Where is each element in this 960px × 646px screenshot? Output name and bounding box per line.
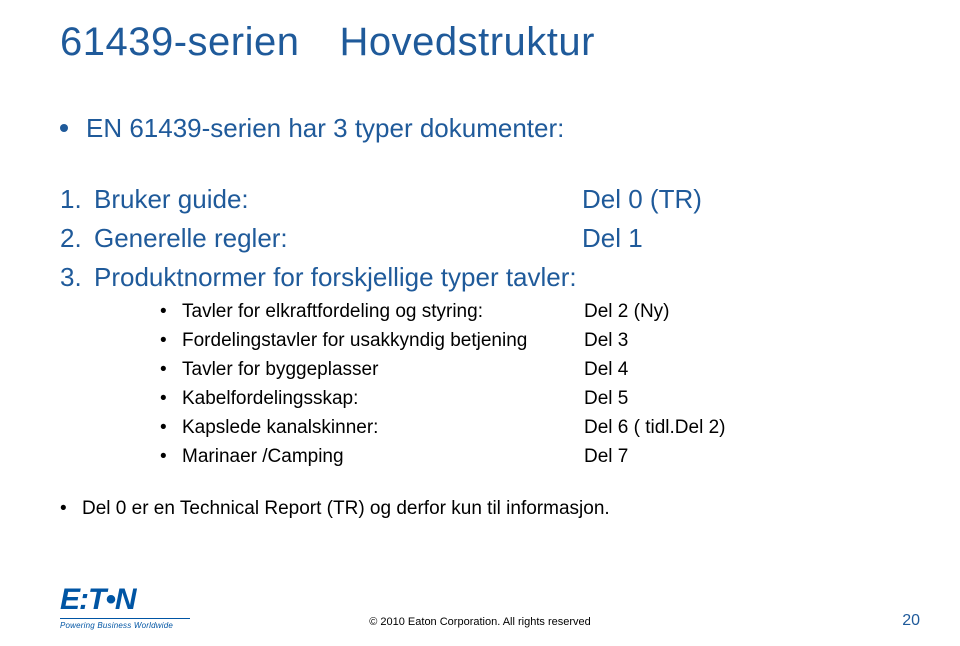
copyright: © 2010 Eaton Corporation. All rights res… [369, 616, 591, 628]
item-label: Bruker guide: [94, 184, 582, 215]
sub-value: Del 5 [584, 388, 628, 410]
sub-bullet: • [160, 446, 182, 468]
logo-tagline: Powering Business Worldwide [60, 621, 173, 630]
item-value: Del 1 [582, 223, 643, 254]
sub-value: Del 2 (Ny) [584, 301, 670, 323]
sub-label: Tavler for elkraftfordeling og styring: [182, 301, 584, 323]
item-number: 3. [60, 262, 94, 293]
logo: E:T•N Powering Business Worldwide [60, 585, 190, 630]
sub-item: • Fordelingstavler for usakkyndig betjen… [160, 330, 900, 352]
intro-line: EN 61439-serien har 3 typer dokumenter: [60, 113, 900, 144]
page-number: 20 [902, 612, 920, 630]
sub-item: • Kapslede kanalskinner: Del 6 ( tidl.De… [160, 417, 900, 439]
item-label: Produktnormer for forskjellige typer tav… [94, 262, 582, 293]
sub-value: Del 6 ( tidl.Del 2) [584, 417, 726, 439]
item-number: 2. [60, 223, 94, 254]
footnote-bullet: • [60, 498, 82, 520]
sub-bullet: • [160, 359, 182, 381]
sub-label: Marinaer /Camping [182, 446, 584, 468]
sub-item: • Tavler for elkraftfordeling og styring… [160, 301, 900, 323]
sub-label: Kabelfordelingsskap: [182, 388, 584, 410]
sub-label: Kapslede kanalskinner: [182, 417, 584, 439]
main-list: 1. Bruker guide: Del 0 (TR) 2. Generelle… [60, 184, 900, 293]
sub-label: Fordelingstavler for usakkyndig betjenin… [182, 330, 584, 352]
item-number: 1. [60, 184, 94, 215]
list-item: 3. Produktnormer for forskjellige typer … [60, 262, 900, 293]
list-item: 1. Bruker guide: Del 0 (TR) [60, 184, 900, 215]
sub-value: Del 7 [584, 446, 628, 468]
footer: E:T•N Powering Business Worldwide © 2010… [0, 585, 960, 630]
slide: 61439-serien Hovedstruktur EN 61439-seri… [0, 0, 960, 646]
title-left: 61439-serien [60, 20, 300, 65]
sub-bullet: • [160, 301, 182, 323]
slide-title: 61439-serien Hovedstruktur [60, 20, 900, 65]
list-item: 2. Generelle regler: Del 1 [60, 223, 900, 254]
sub-label: Tavler for byggeplasser [182, 359, 584, 381]
item-value: Del 0 (TR) [582, 184, 702, 215]
sub-value: Del 4 [584, 359, 628, 381]
item-label: Generelle regler: [94, 223, 582, 254]
sub-item: • Marinaer /Camping Del 7 [160, 446, 900, 468]
sub-bullet: • [160, 417, 182, 439]
sub-value: Del 3 [584, 330, 628, 352]
sub-item: • Tavler for byggeplasser Del 4 [160, 359, 900, 381]
logo-text: E:T•N [60, 585, 136, 615]
intro-text: EN 61439-serien har 3 typer dokumenter: [86, 113, 564, 143]
sub-item: • Kabelfordelingsskap: Del 5 [160, 388, 900, 410]
sub-bullet: • [160, 388, 182, 410]
title-right: Hovedstruktur [340, 20, 595, 65]
sub-list: • Tavler for elkraftfordeling og styring… [160, 301, 900, 468]
logo-separator [60, 618, 190, 619]
footnote-text: Del 0 er en Technical Report (TR) og der… [82, 498, 610, 520]
footnote: • Del 0 er en Technical Report (TR) og d… [60, 498, 900, 520]
sub-bullet: • [160, 330, 182, 352]
bullet-icon [60, 124, 68, 132]
